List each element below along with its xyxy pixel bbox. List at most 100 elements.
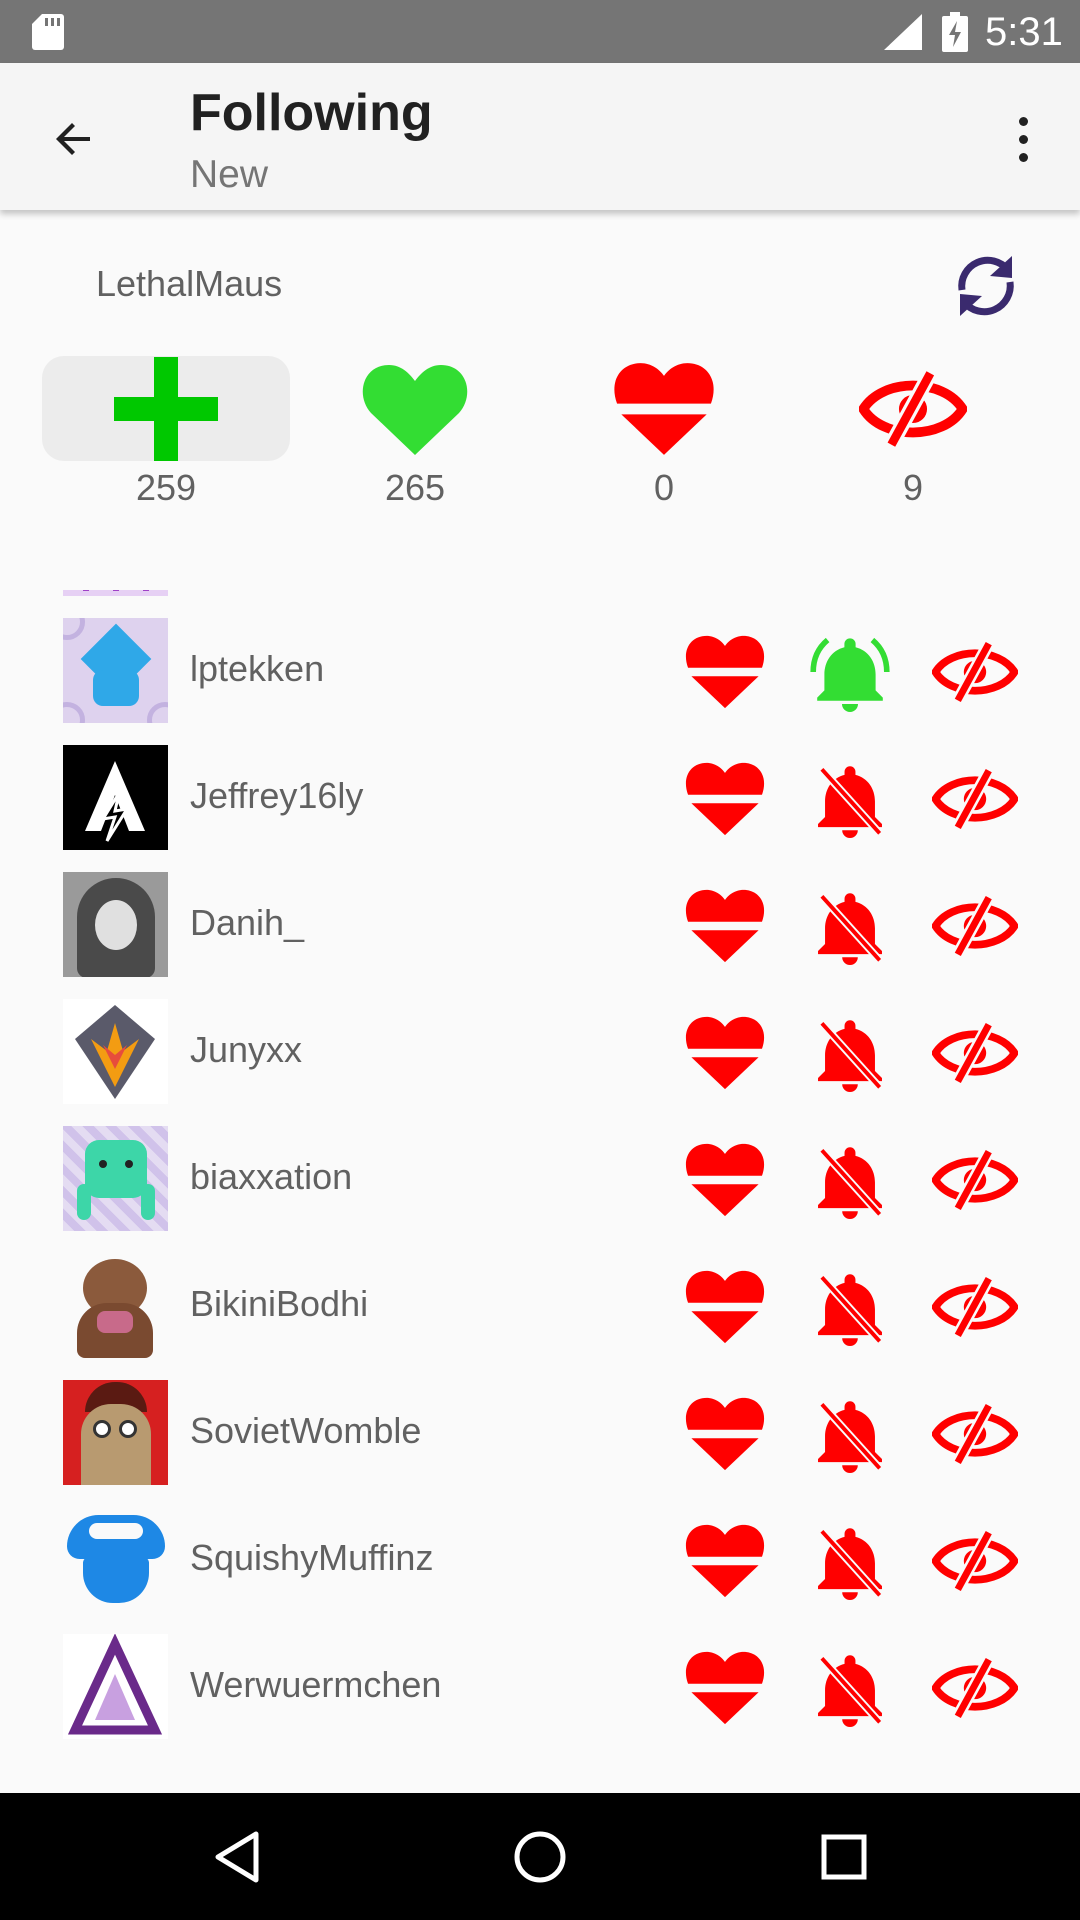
page-subtitle: New — [190, 153, 269, 196]
avatar-shape — [83, 1557, 149, 1603]
notifications-toggle[interactable] — [800, 1003, 900, 1103]
nav-recents-button[interactable] — [804, 1817, 884, 1897]
unfollow-button[interactable] — [675, 1003, 775, 1103]
page-title: Following — [190, 84, 433, 142]
nav-recents-icon — [821, 1834, 867, 1880]
heart-split-icon — [683, 1142, 767, 1218]
status-bar: 5:31 — [0, 0, 1080, 63]
avatar-shape — [81, 1404, 151, 1485]
unfollow-button[interactable] — [675, 622, 775, 722]
list-item[interactable]: Jeffrey16ly — [0, 737, 1080, 864]
avatar-shape — [97, 1311, 133, 1333]
user-name: Junyxx — [190, 1029, 303, 1070]
battery-charging-icon — [942, 12, 968, 52]
bell-off-icon — [811, 759, 889, 839]
unfollow-button[interactable] — [675, 1257, 775, 1357]
heart-icon — [362, 364, 468, 455]
notifications-toggle[interactable] — [800, 1257, 900, 1357]
avatar — [63, 1253, 168, 1358]
exclude-button[interactable] — [925, 622, 1025, 722]
avatar-shape — [147, 702, 168, 723]
avatar-shape — [99, 1160, 107, 1168]
avatar — [63, 1126, 168, 1231]
list-item[interactable] — [0, 590, 1080, 610]
refresh-button[interactable] — [946, 246, 1026, 326]
list-item[interactable]: biaxxation — [0, 1118, 1080, 1245]
user-name: lptekken — [190, 648, 325, 689]
bell-off-icon — [811, 1140, 889, 1220]
user-name: Jeffrey16ly — [190, 775, 364, 816]
list-item[interactable]: Danih_ — [0, 864, 1080, 991]
avatar-shape — [63, 618, 85, 640]
unfollow-button[interactable] — [675, 876, 775, 976]
back-button[interactable] — [34, 99, 114, 179]
bell-off-icon — [811, 1394, 889, 1474]
more-options-button[interactable] — [994, 101, 1052, 177]
bell-on-icon — [808, 632, 892, 712]
stat-count: 259 — [135, 467, 197, 508]
avatar — [63, 745, 168, 850]
exclude-button[interactable] — [925, 1130, 1025, 1230]
avatar-shape — [113, 590, 119, 591]
exclude-button[interactable] — [925, 1384, 1025, 1484]
nav-home-button[interactable] — [500, 1817, 580, 1897]
heart-split-icon — [683, 1269, 767, 1345]
following-button[interactable] — [291, 356, 539, 461]
unfollow-button[interactable] — [675, 1130, 775, 1230]
unfollow-button[interactable] — [675, 1384, 775, 1484]
arrow-back-icon — [56, 123, 90, 155]
exclude-button[interactable] — [925, 590, 1025, 595]
avatar — [63, 1507, 168, 1612]
notifications-toggle[interactable] — [800, 876, 900, 976]
stat-count: 0 — [653, 467, 675, 508]
avatar-shape — [75, 1005, 155, 1099]
notifications-toggle[interactable] — [800, 622, 900, 722]
avatar-shape — [125, 1160, 133, 1168]
exclude-button[interactable] — [925, 749, 1025, 849]
user-name: Danih_ — [190, 902, 305, 943]
list-item[interactable]: Werwuermchen — [0, 1626, 1080, 1753]
avatar-shape — [93, 1420, 111, 1438]
bell-off-icon — [811, 1521, 889, 1601]
heart-split-icon — [683, 888, 767, 964]
stat-count: 265 — [384, 467, 446, 508]
exclude-button[interactable] — [925, 1003, 1025, 1103]
eye-slash-icon — [932, 1403, 1018, 1465]
nav-back-button[interactable] — [197, 1817, 277, 1897]
unfollow-button[interactable] — [675, 590, 775, 595]
heart-split-icon — [683, 1650, 767, 1726]
notifications-toggle[interactable] — [800, 1511, 900, 1611]
exclude-button[interactable] — [925, 1511, 1025, 1611]
notifications-toggle[interactable] — [800, 749, 900, 849]
heart-split-icon — [610, 361, 718, 457]
exclude-button[interactable] — [925, 1638, 1025, 1738]
exclude-button[interactable] — [925, 876, 1025, 976]
unfollowed-button[interactable] — [540, 356, 788, 461]
notifications-toggle[interactable] — [800, 1384, 900, 1484]
notifications-toggle[interactable] — [800, 1638, 900, 1738]
unfollow-button[interactable] — [675, 1638, 775, 1738]
heart-split-icon — [683, 761, 767, 837]
eye-slash-icon — [932, 1022, 1018, 1084]
avatar — [63, 999, 168, 1104]
notifications-toggle[interactable] — [800, 590, 900, 595]
list-item[interactable]: BikiniBodhi — [0, 1245, 1080, 1372]
avatar — [63, 618, 168, 723]
list-item[interactable]: Junyxx — [0, 991, 1080, 1118]
more-vert-dot — [1018, 152, 1028, 162]
bell-off-icon — [811, 886, 889, 966]
list-item[interactable]: SovietWomble — [0, 1372, 1080, 1499]
list-item[interactable]: lptekken — [0, 610, 1080, 737]
notifications-toggle[interactable] — [800, 1130, 900, 1230]
avatar-shape — [89, 1523, 143, 1539]
list-item[interactable]: SquishyMuffinz — [0, 1499, 1080, 1626]
user-name: SovietWomble — [190, 1410, 422, 1451]
unfollow-button[interactable] — [675, 749, 775, 849]
more-vert-icon — [1018, 116, 1028, 126]
unfollow-button[interactable] — [675, 1511, 775, 1611]
stat-unfollowed: 0 — [540, 356, 790, 516]
exclude-button[interactable] — [925, 1257, 1025, 1357]
follow-new-button[interactable] — [42, 356, 290, 461]
excluded-button[interactable] — [789, 356, 1037, 461]
following-list[interactable]: lptekken Jeffrey16ly Danih_ Junyxx biaxx… — [0, 590, 1080, 1793]
